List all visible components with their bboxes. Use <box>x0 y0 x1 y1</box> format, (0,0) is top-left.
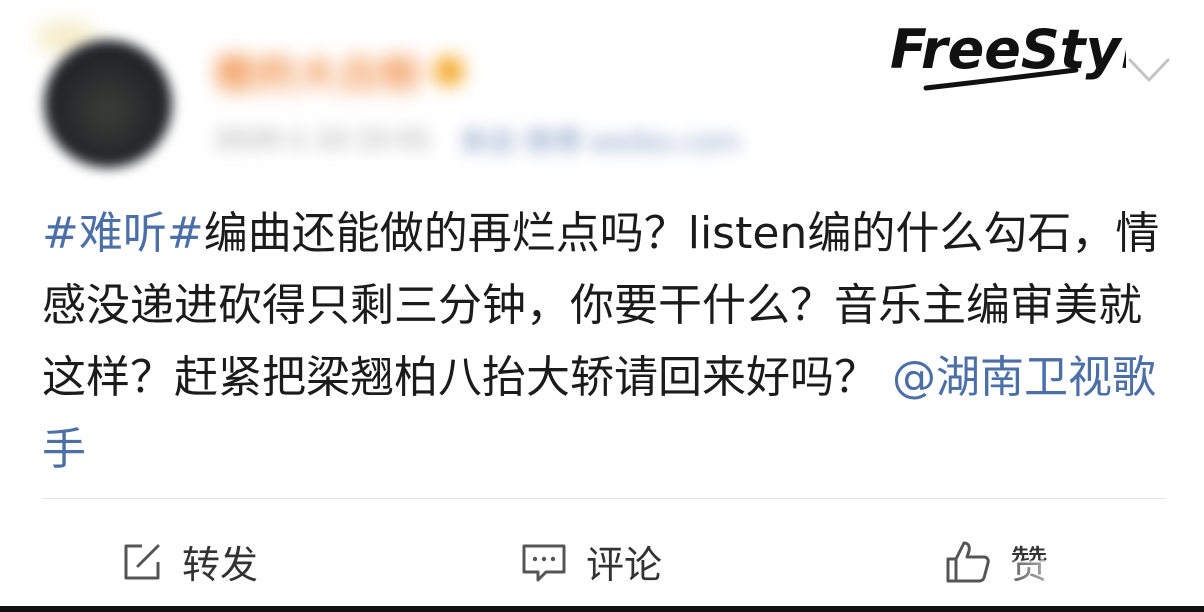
repost-button[interactable]: 转发 <box>120 534 258 589</box>
username-text[interactable]: 橙的大白粉 <box>214 42 424 100</box>
vip-badge-icon <box>434 56 464 86</box>
weibo-post-card: 橙的大白粉 2020-1-10 22:01 来自 微博 weibo.com Fr… <box>0 0 1204 612</box>
chevron-down-icon[interactable] <box>1124 52 1174 88</box>
post-time: 2020-1-10 22:01 <box>214 125 432 155</box>
repost-icon <box>124 544 160 579</box>
post-body: #难听#编曲还能做的再烂点吗？listen编的什么勾石，情感没递进砍得只剩三分钟… <box>42 198 1162 486</box>
like-icon <box>946 541 990 582</box>
avatar[interactable] <box>44 40 172 168</box>
post-source[interactable]: 来自 微博 weibo.com <box>460 120 741 160</box>
comment-button[interactable]: 评论 <box>520 534 662 589</box>
bottom-edge <box>0 606 1204 612</box>
watermark-text: FreeStyle <box>890 18 1126 81</box>
divider <box>42 498 1166 499</box>
bottom-fade-overlay <box>990 560 1204 612</box>
post-meta: 2020-1-10 22:01 来自 微博 weibo.com <box>214 120 741 160</box>
comment-icon <box>522 544 566 581</box>
comment-label: 评论 <box>586 543 663 587</box>
repost-label: 转发 <box>182 543 259 587</box>
hashtag-link[interactable]: #难听# <box>42 208 204 259</box>
username[interactable]: 橙的大白粉 <box>214 44 464 98</box>
freestyle-watermark-logo: FreeStyle <box>890 18 1126 91</box>
